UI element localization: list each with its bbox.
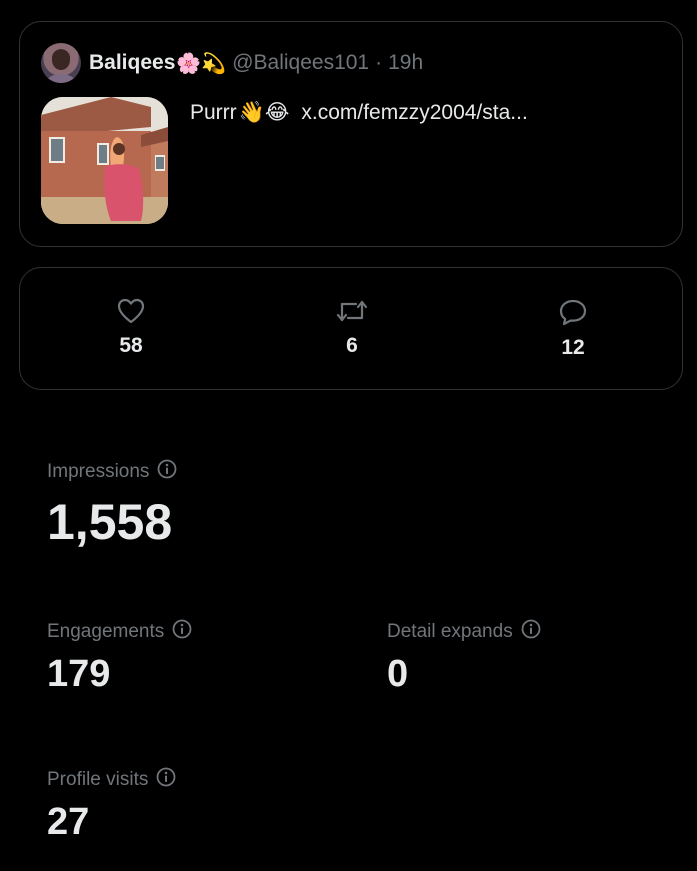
- metric-detail-expands: Detail expands 0: [387, 619, 541, 693]
- profile-visits-label: Profile visits: [47, 769, 149, 790]
- impressions-label: Impressions: [47, 461, 150, 482]
- like-action[interactable]: 58: [101, 298, 161, 358]
- repost-count: 6: [346, 334, 358, 357]
- post-image-thumbnail[interactable]: [41, 97, 168, 224]
- repost-action[interactable]: 6: [322, 298, 382, 358]
- post-text-body: Purrr: [190, 100, 237, 124]
- post-header: Baliqees 🌸💫 @Baliqees101 · 19h: [89, 49, 423, 77]
- info-icon[interactable]: [156, 767, 176, 793]
- avatar[interactable]: [41, 43, 81, 83]
- like-count: 58: [119, 334, 143, 357]
- user-handle[interactable]: @Baliqees101: [232, 51, 369, 75]
- engagements-value: 179: [47, 653, 111, 695]
- separator-dot: ·: [375, 51, 383, 74]
- heart-icon: [117, 298, 145, 324]
- metric-profile-visits: Profile visits 27: [47, 767, 176, 841]
- post-text-emojis: 👋😂: [238, 100, 290, 124]
- metric-engagements: Engagements 179: [47, 619, 192, 693]
- info-icon[interactable]: [157, 459, 177, 485]
- post-link[interactable]: x.com/femzzy2004/sta...: [301, 101, 527, 125]
- repost-icon: [336, 300, 368, 322]
- detail-expands-label: Detail expands: [387, 621, 513, 642]
- metric-impressions: Impressions 1,558: [47, 459, 177, 547]
- quoted-post-card[interactable]: Baliqees 🌸💫 @Baliqees101 · 19h Purrr 👋😂: [19, 21, 683, 247]
- engagement-summary-card: 58 6 12: [19, 267, 683, 390]
- impressions-value: 1,558: [47, 494, 173, 550]
- post-text: Purrr 👋😂 x.com/femzzy2004/sta...: [190, 100, 528, 125]
- reply-count: 12: [561, 336, 585, 359]
- detail-expands-value: 0: [387, 653, 409, 695]
- post-timestamp[interactable]: 19h: [388, 51, 423, 75]
- engagements-label: Engagements: [47, 621, 165, 642]
- profile-visits-value: 27: [47, 801, 90, 843]
- info-icon[interactable]: [172, 619, 192, 645]
- name-emojis: 🌸💫: [176, 51, 227, 75]
- info-icon[interactable]: [521, 619, 541, 645]
- reply-bubble-icon: [559, 299, 587, 326]
- display-name[interactable]: Baliqees: [89, 51, 175, 75]
- reply-action[interactable]: 12: [543, 298, 603, 360]
